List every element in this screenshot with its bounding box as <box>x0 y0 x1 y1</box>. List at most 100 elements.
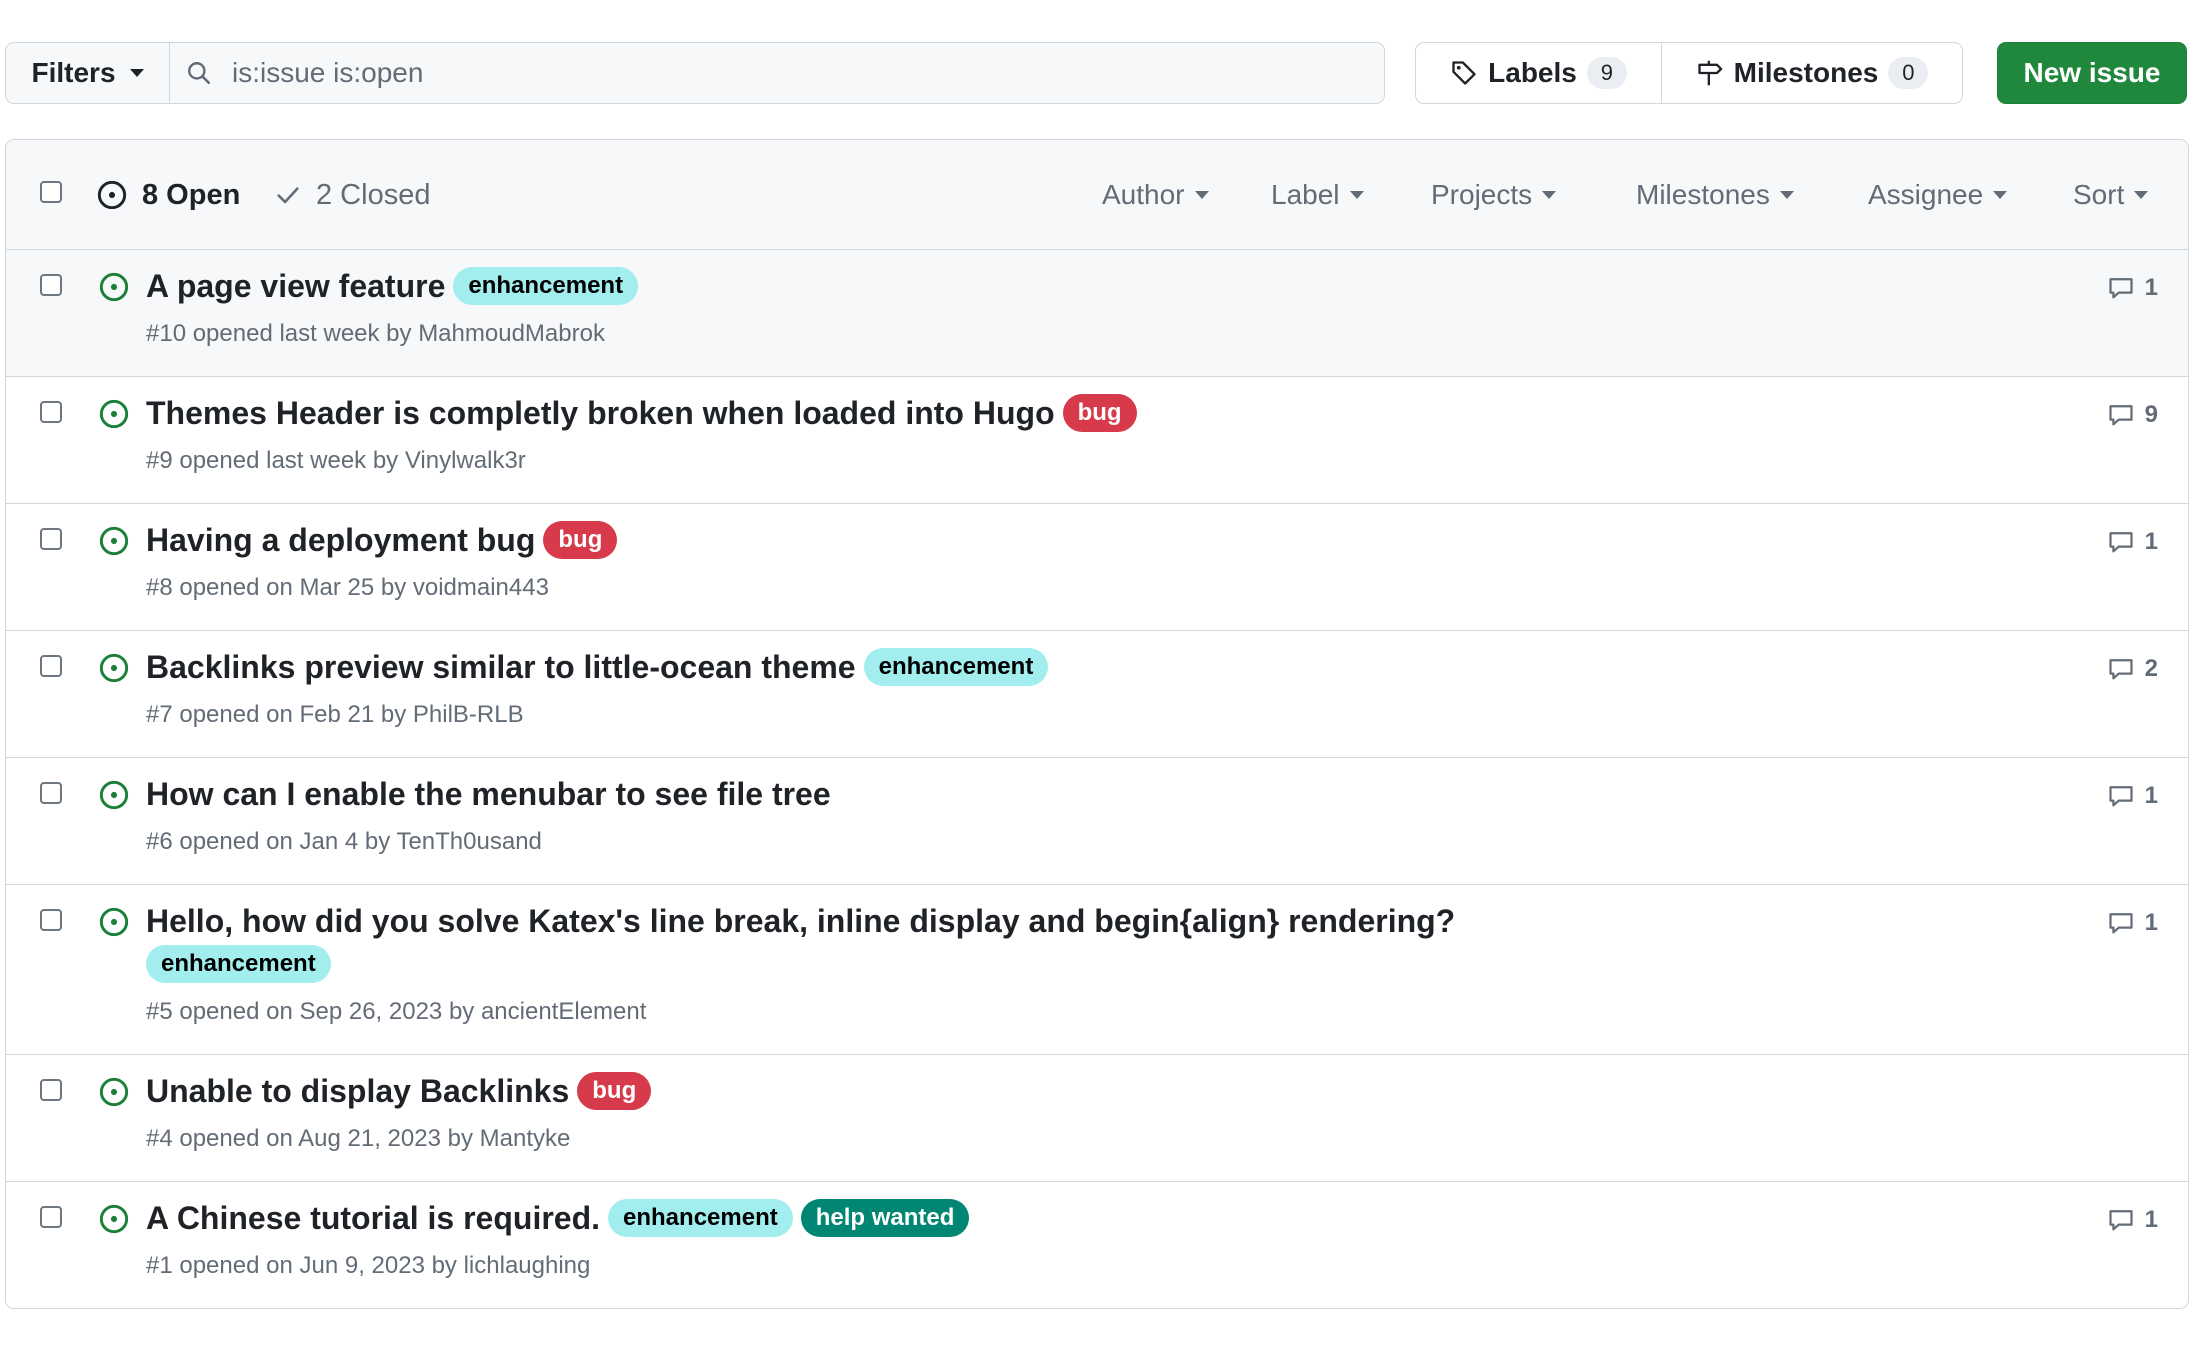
search-input[interactable] <box>230 56 1134 90</box>
issue-rows: A page view feature enhancement #10 opened… <box>6 250 2188 1308</box>
issues-page: Filters Labels 9 <box>0 0 2194 1350</box>
search-box[interactable] <box>170 43 1384 103</box>
comment-icon <box>2109 659 2133 680</box>
issue-open-icon <box>98 652 130 689</box>
issue-label-bug[interactable]: bug <box>543 521 618 559</box>
issue-label-bug[interactable]: bug <box>1062 394 1137 432</box>
issue-meta: #10 opened last week by MahmoudMabrok <box>146 320 605 347</box>
chevron-down-icon <box>1779 191 1794 199</box>
milestones-filter-label: Milestones <box>1636 179 1770 210</box>
chevron-down-icon <box>1349 191 1364 199</box>
issue-row[interactable]: How can I enable the menubar to see file… <box>6 758 2188 885</box>
comments-link[interactable]: 1 <box>2107 782 2158 810</box>
issue-checkbox[interactable] <box>40 909 62 931</box>
issue-checkbox[interactable] <box>40 274 62 296</box>
issue-checkbox[interactable] <box>40 1206 62 1228</box>
issue-open-icon <box>98 398 130 435</box>
milestones-filter[interactable]: Milestones <box>1636 140 1794 250</box>
issue-title[interactable]: Hello, how did you solve Katex's line br… <box>146 903 1455 939</box>
issues-list: 8 Open 2 Closed Author Label Projects Mi… <box>5 139 2189 1309</box>
new-issue-button[interactable]: New issue <box>1997 42 2187 104</box>
select-all-checkbox[interactable] <box>40 181 62 203</box>
author-filter[interactable]: Author <box>1102 140 1209 250</box>
issue-checkbox[interactable] <box>40 1079 62 1101</box>
projects-filter-label: Projects <box>1431 179 1533 210</box>
comments-link[interactable]: 1 <box>2107 1206 2158 1234</box>
issue-row[interactable]: Backlinks preview similar to little-ocea… <box>6 631 2188 758</box>
labels-milestones-group: Labels 9 Milestones 0 <box>1415 42 1963 104</box>
issue-title[interactable]: Backlinks preview similar to little-ocea… <box>146 649 856 685</box>
issue-label-enhancement[interactable]: enhancement <box>608 1199 793 1237</box>
check-icon <box>277 187 299 204</box>
comments-link[interactable]: 1 <box>2107 274 2158 302</box>
chevron-down-icon <box>1194 191 1209 199</box>
issue-checkbox[interactable] <box>40 655 62 677</box>
milestone-icon <box>1697 60 1722 86</box>
comment-count: 2 <box>2144 655 2158 682</box>
issue-title-line: A page view feature enhancement <box>146 264 2048 308</box>
issue-title[interactable]: A Chinese tutorial is required. <box>146 1200 600 1236</box>
issue-meta: #6 opened on Jan 4 by TenTh0usand <box>146 828 542 855</box>
issue-title[interactable]: Having a deployment bug <box>146 522 535 558</box>
author-filter-label: Author <box>1102 179 1185 210</box>
issue-label-bug[interactable]: bug <box>577 1072 652 1110</box>
sort-filter[interactable]: Sort <box>2073 140 2149 250</box>
issue-open-icon <box>98 906 130 943</box>
issue-title-line: A Chinese tutorial is required. enhanceme… <box>146 1196 2048 1240</box>
issue-title[interactable]: A page view feature <box>146 268 445 304</box>
labels-label: Labels <box>1488 57 1577 88</box>
issue-title-line: How can I enable the menubar to see file… <box>146 772 2048 816</box>
tab-open[interactable]: 8 Open <box>96 140 240 250</box>
issue-row[interactable]: Themes Header is completly broken when l… <box>6 377 2188 504</box>
issue-checkbox[interactable] <box>40 401 62 423</box>
issues-toolbar: Filters Labels 9 <box>5 42 2189 106</box>
issue-title[interactable]: How can I enable the menubar to see file… <box>146 776 831 812</box>
issues-list-header: 8 Open 2 Closed Author Label Projects Mi… <box>6 140 2188 250</box>
comments-link[interactable]: 2 <box>2107 655 2158 683</box>
issue-row[interactable]: A page view feature enhancement #10 opened… <box>6 250 2188 377</box>
tag-icon <box>1452 61 1476 85</box>
comments-link[interactable]: 1 <box>2107 909 2158 937</box>
issue-row[interactable]: Hello, how did you solve Katex's line br… <box>6 885 2188 1055</box>
search-icon <box>188 62 211 85</box>
filters-label: Filters <box>31 57 116 88</box>
issue-label-help-wanted[interactable]: help wanted <box>800 1199 970 1237</box>
issue-row[interactable]: Unable to display Backlinks bug #4 opened … <box>6 1055 2188 1182</box>
issue-meta: #8 opened on Mar 25 by voidmain443 <box>146 574 549 601</box>
comment-count: 1 <box>2144 782 2158 809</box>
open-count-label: 8 Open <box>142 178 241 211</box>
tab-closed[interactable]: 2 Closed <box>274 140 430 250</box>
issue-checkbox[interactable] <box>40 528 62 550</box>
filters-dropdown[interactable]: Filters <box>6 43 170 103</box>
issue-open-icon <box>98 525 130 562</box>
labels-button[interactable]: Labels 9 <box>1416 43 1662 103</box>
issue-row[interactable]: A Chinese tutorial is required. enhanceme… <box>6 1182 2188 1308</box>
issue-title[interactable]: Themes Header is completly broken when l… <box>146 395 1055 431</box>
issue-label-enhancement[interactable]: enhancement <box>863 648 1049 686</box>
projects-filter[interactable]: Projects <box>1431 140 1557 250</box>
issue-checkbox[interactable] <box>40 782 62 804</box>
issue-title[interactable]: Unable to display Backlinks <box>146 1073 569 1109</box>
issue-meta: #7 opened on Feb 21 by PhilB-RLB <box>146 701 524 728</box>
comment-count: 1 <box>2144 1206 2158 1233</box>
milestones-button[interactable]: Milestones 0 <box>1662 43 1962 103</box>
issue-label-enhancement[interactable]: enhancement <box>146 945 331 984</box>
chevron-down-icon <box>2134 191 2149 199</box>
issue-open-icon <box>98 779 130 816</box>
comments-link[interactable]: 9 <box>2107 401 2158 429</box>
comment-icon <box>2109 786 2133 807</box>
filter-bar: Filters <box>5 42 1385 104</box>
comment-icon <box>2109 913 2133 934</box>
comments-link[interactable]: 1 <box>2107 528 2158 556</box>
issue-label-enhancement[interactable]: enhancement <box>453 267 639 305</box>
issue-meta: #1 opened on Jun 9, 2023 by lichlaughing <box>146 1252 591 1279</box>
assignee-filter[interactable]: Assignee <box>1868 140 2008 250</box>
issue-row[interactable]: Having a deployment bug bug #8 opened on M… <box>6 504 2188 631</box>
comment-icon <box>2109 532 2133 553</box>
labels-count: 9 <box>1586 57 1627 89</box>
issue-meta: #5 opened on Sep 26, 2023 by ancientElem… <box>146 998 647 1025</box>
closed-count-label: 2 Closed <box>316 178 431 211</box>
label-filter[interactable]: Label <box>1271 140 1364 250</box>
issue-open-icon <box>98 271 130 308</box>
comment-count: 9 <box>2144 401 2158 428</box>
